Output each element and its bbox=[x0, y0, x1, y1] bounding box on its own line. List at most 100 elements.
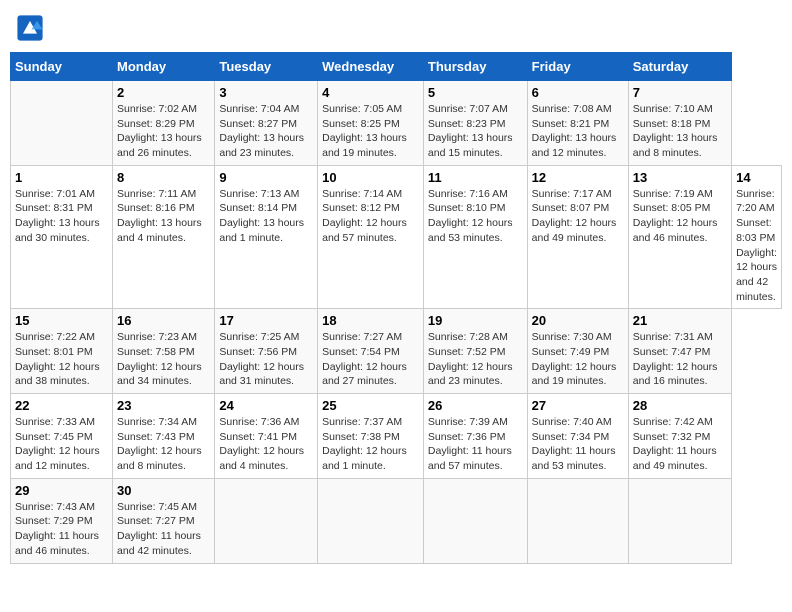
day-number: 24 bbox=[219, 398, 313, 413]
day-number: 17 bbox=[219, 313, 313, 328]
day-info: Sunrise: 7:34 AMSunset: 7:43 PMDaylight:… bbox=[117, 415, 210, 474]
calendar-day-cell: 25 Sunrise: 7:37 AMSunset: 7:38 PMDayligh… bbox=[318, 394, 424, 479]
calendar-week-row: 22 Sunrise: 7:33 AMSunset: 7:45 PMDayligh… bbox=[11, 394, 782, 479]
page-header bbox=[10, 10, 782, 46]
day-number: 1 bbox=[15, 170, 108, 185]
day-number: 6 bbox=[532, 85, 624, 100]
day-number: 21 bbox=[633, 313, 727, 328]
day-number: 18 bbox=[322, 313, 419, 328]
day-info: Sunrise: 7:17 AMSunset: 8:07 PMDaylight:… bbox=[532, 187, 624, 246]
day-info: Sunrise: 7:27 AMSunset: 7:54 PMDaylight:… bbox=[322, 330, 419, 389]
calendar-day-cell: 11 Sunrise: 7:16 AMSunset: 8:10 PMDayligh… bbox=[423, 165, 527, 309]
day-number: 23 bbox=[117, 398, 210, 413]
calendar-day-cell: 6 Sunrise: 7:08 AMSunset: 8:21 PMDaylight… bbox=[527, 81, 628, 166]
calendar-day-cell: 29 Sunrise: 7:43 AMSunset: 7:29 PMDayligh… bbox=[11, 478, 113, 563]
calendar-day-cell: 24 Sunrise: 7:36 AMSunset: 7:41 PMDayligh… bbox=[215, 394, 318, 479]
calendar-day-cell: 1 Sunrise: 7:01 AMSunset: 8:31 PMDaylight… bbox=[11, 165, 113, 309]
calendar-week-row: 1 Sunrise: 7:01 AMSunset: 8:31 PMDaylight… bbox=[11, 165, 782, 309]
day-info: Sunrise: 7:02 AMSunset: 8:29 PMDaylight:… bbox=[117, 102, 210, 161]
day-number: 16 bbox=[117, 313, 210, 328]
calendar-day-cell: 8 Sunrise: 7:11 AMSunset: 8:16 PMDaylight… bbox=[113, 165, 215, 309]
day-number: 2 bbox=[117, 85, 210, 100]
calendar-day-cell bbox=[11, 81, 113, 166]
calendar-day-cell bbox=[215, 478, 318, 563]
day-info: Sunrise: 7:36 AMSunset: 7:41 PMDaylight:… bbox=[219, 415, 313, 474]
calendar-day-cell: 16 Sunrise: 7:23 AMSunset: 7:58 PMDayligh… bbox=[113, 309, 215, 394]
weekday-header-saturday: Saturday bbox=[628, 53, 731, 81]
weekday-header-wednesday: Wednesday bbox=[318, 53, 424, 81]
day-number: 30 bbox=[117, 483, 210, 498]
calendar-week-row: 2 Sunrise: 7:02 AMSunset: 8:29 PMDaylight… bbox=[11, 81, 782, 166]
day-number: 8 bbox=[117, 170, 210, 185]
day-number: 3 bbox=[219, 85, 313, 100]
day-number: 9 bbox=[219, 170, 313, 185]
calendar-day-cell: 4 Sunrise: 7:05 AMSunset: 8:25 PMDaylight… bbox=[318, 81, 424, 166]
weekday-header-monday: Monday bbox=[113, 53, 215, 81]
day-info: Sunrise: 7:14 AMSunset: 8:12 PMDaylight:… bbox=[322, 187, 419, 246]
day-number: 19 bbox=[428, 313, 523, 328]
weekday-header-sunday: Sunday bbox=[11, 53, 113, 81]
day-info: Sunrise: 7:33 AMSunset: 7:45 PMDaylight:… bbox=[15, 415, 108, 474]
weekday-header-thursday: Thursday bbox=[423, 53, 527, 81]
calendar-day-cell: 22 Sunrise: 7:33 AMSunset: 7:45 PMDayligh… bbox=[11, 394, 113, 479]
calendar-day-cell: 20 Sunrise: 7:30 AMSunset: 7:49 PMDayligh… bbox=[527, 309, 628, 394]
calendar-day-cell: 23 Sunrise: 7:34 AMSunset: 7:43 PMDayligh… bbox=[113, 394, 215, 479]
calendar-day-cell: 19 Sunrise: 7:28 AMSunset: 7:52 PMDayligh… bbox=[423, 309, 527, 394]
day-number: 29 bbox=[15, 483, 108, 498]
day-number: 27 bbox=[532, 398, 624, 413]
day-number: 5 bbox=[428, 85, 523, 100]
day-info: Sunrise: 7:30 AMSunset: 7:49 PMDaylight:… bbox=[532, 330, 624, 389]
day-info: Sunrise: 7:37 AMSunset: 7:38 PMDaylight:… bbox=[322, 415, 419, 474]
day-info: Sunrise: 7:23 AMSunset: 7:58 PMDaylight:… bbox=[117, 330, 210, 389]
calendar-day-cell: 30 Sunrise: 7:45 AMSunset: 7:27 PMDayligh… bbox=[113, 478, 215, 563]
day-number: 20 bbox=[532, 313, 624, 328]
day-info: Sunrise: 7:16 AMSunset: 8:10 PMDaylight:… bbox=[428, 187, 523, 246]
calendar-day-cell: 7Sunrise: 7:10 AMSunset: 8:18 PMDaylight… bbox=[628, 81, 731, 166]
day-info: Sunrise: 7:08 AMSunset: 8:21 PMDaylight:… bbox=[532, 102, 624, 161]
day-number: 11 bbox=[428, 170, 523, 185]
calendar-day-cell: 2 Sunrise: 7:02 AMSunset: 8:29 PMDaylight… bbox=[113, 81, 215, 166]
day-info: Sunrise: 7:05 AMSunset: 8:25 PMDaylight:… bbox=[322, 102, 419, 161]
calendar-day-cell: 26 Sunrise: 7:39 AMSunset: 7:36 PMDayligh… bbox=[423, 394, 527, 479]
weekday-header-row: SundayMondayTuesdayWednesdayThursdayFrid… bbox=[11, 53, 782, 81]
day-info: Sunrise: 7:07 AMSunset: 8:23 PMDaylight:… bbox=[428, 102, 523, 161]
day-info: Sunrise: 7:42 AMSunset: 7:32 PMDaylight:… bbox=[633, 415, 727, 474]
day-info: Sunrise: 7:39 AMSunset: 7:36 PMDaylight:… bbox=[428, 415, 523, 474]
calendar-day-cell: 18 Sunrise: 7:27 AMSunset: 7:54 PMDayligh… bbox=[318, 309, 424, 394]
day-number: 22 bbox=[15, 398, 108, 413]
calendar-day-cell: 9Sunrise: 7:13 AMSunset: 8:14 PMDaylight… bbox=[215, 165, 318, 309]
day-number: 28 bbox=[633, 398, 727, 413]
calendar-day-cell: 5 Sunrise: 7:07 AMSunset: 8:23 PMDaylight… bbox=[423, 81, 527, 166]
calendar-day-cell bbox=[318, 478, 424, 563]
calendar-day-cell bbox=[628, 478, 731, 563]
day-info: Sunrise: 7:22 AMSunset: 8:01 PMDaylight:… bbox=[15, 330, 108, 389]
day-number: 12 bbox=[532, 170, 624, 185]
day-info: Sunrise: 7:01 AMSunset: 8:31 PMDaylight:… bbox=[15, 187, 108, 246]
day-number: 13 bbox=[633, 170, 727, 185]
weekday-header-friday: Friday bbox=[527, 53, 628, 81]
day-number: 4 bbox=[322, 85, 419, 100]
day-number: 14 bbox=[736, 170, 777, 185]
calendar-day-cell: 10 Sunrise: 7:14 AMSunset: 8:12 PMDayligh… bbox=[318, 165, 424, 309]
day-info: Sunrise: 7:28 AMSunset: 7:52 PMDaylight:… bbox=[428, 330, 523, 389]
calendar-week-row: 15 Sunrise: 7:22 AMSunset: 8:01 PMDayligh… bbox=[11, 309, 782, 394]
calendar-day-cell: 15 Sunrise: 7:22 AMSunset: 8:01 PMDayligh… bbox=[11, 309, 113, 394]
calendar-day-cell: 28 Sunrise: 7:42 AMSunset: 7:32 PMDayligh… bbox=[628, 394, 731, 479]
day-number: 10 bbox=[322, 170, 419, 185]
calendar-table: SundayMondayTuesdayWednesdayThursdayFrid… bbox=[10, 52, 782, 564]
calendar-day-cell: 3Sunrise: 7:04 AMSunset: 8:27 PMDaylight… bbox=[215, 81, 318, 166]
day-info: Sunrise: 7:19 AMSunset: 8:05 PMDaylight:… bbox=[633, 187, 727, 246]
day-info: Sunrise: 7:31 AMSunset: 7:47 PMDaylight:… bbox=[633, 330, 727, 389]
calendar-day-cell bbox=[423, 478, 527, 563]
day-number: 25 bbox=[322, 398, 419, 413]
day-number: 26 bbox=[428, 398, 523, 413]
calendar-day-cell: 13 Sunrise: 7:19 AMSunset: 8:05 PMDayligh… bbox=[628, 165, 731, 309]
day-info: Sunrise: 7:45 AMSunset: 7:27 PMDaylight:… bbox=[117, 500, 210, 559]
day-info: Sunrise: 7:43 AMSunset: 7:29 PMDaylight:… bbox=[15, 500, 108, 559]
calendar-day-cell bbox=[527, 478, 628, 563]
day-info: Sunrise: 7:10 AMSunset: 8:18 PMDaylight:… bbox=[633, 102, 727, 161]
day-number: 15 bbox=[15, 313, 108, 328]
calendar-day-cell: 21 Sunrise: 7:31 AMSunset: 7:47 PMDayligh… bbox=[628, 309, 731, 394]
calendar-day-cell: 14Sunrise: 7:20 AMSunset: 8:03 PMDayligh… bbox=[732, 165, 782, 309]
day-info: Sunrise: 7:11 AMSunset: 8:16 PMDaylight:… bbox=[117, 187, 210, 246]
